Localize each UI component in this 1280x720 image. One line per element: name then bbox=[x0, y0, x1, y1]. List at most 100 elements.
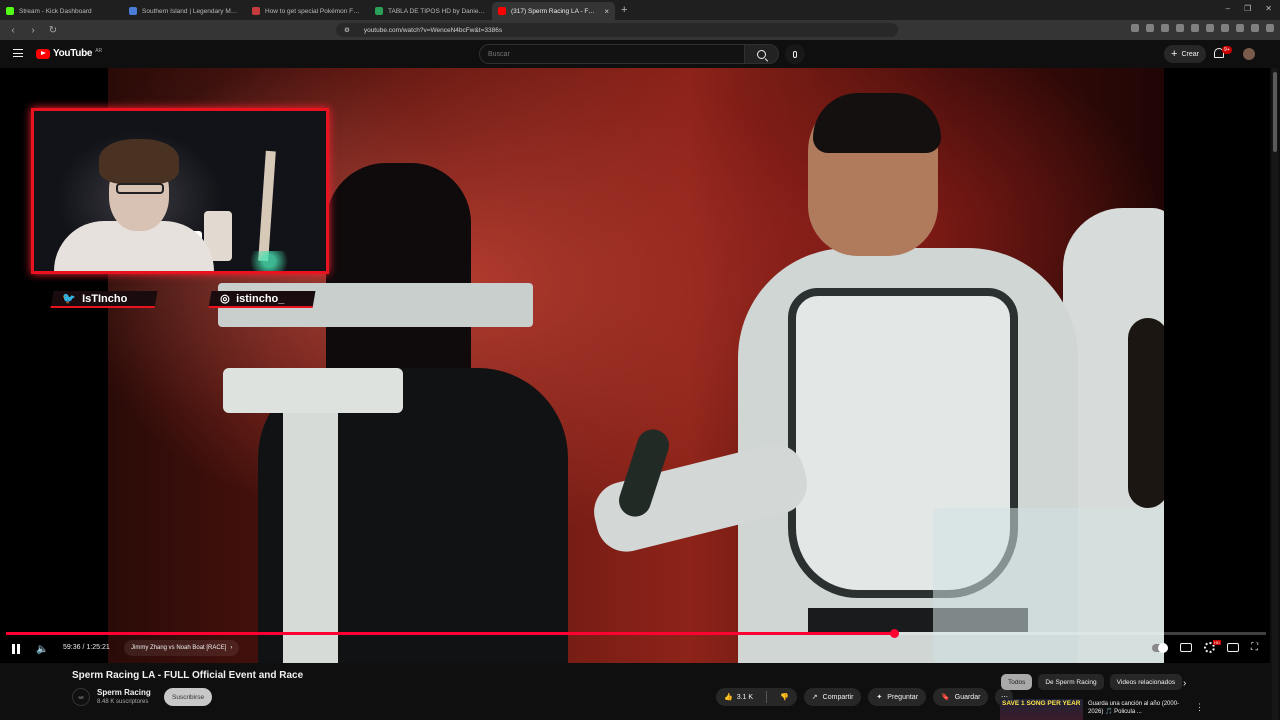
share-button[interactable]: ↗ Compartir bbox=[803, 688, 862, 706]
youtube-logo[interactable]: YouTube AR bbox=[36, 48, 102, 59]
extension-icon[interactable] bbox=[1251, 24, 1259, 32]
subscribe-button[interactable]: Suscribirse bbox=[164, 688, 213, 706]
new-tab-button[interactable]: + bbox=[621, 4, 627, 16]
youtube-favicon-icon bbox=[498, 7, 506, 15]
player-right-controls: HD ⛶ bbox=[1152, 640, 1258, 653]
search-input[interactable]: Buscar bbox=[479, 44, 745, 64]
search-icon bbox=[757, 49, 766, 59]
autoplay-toggle[interactable] bbox=[1152, 642, 1168, 653]
kick-favicon-icon bbox=[6, 7, 14, 15]
sparkle-icon: ✦ bbox=[876, 694, 883, 701]
like-button[interactable]: 👍 3.1 K bbox=[716, 688, 761, 706]
address-bar[interactable]: ⚙ youtube.com/watch?v=WenceN4bcFw&t=3386… bbox=[336, 23, 898, 37]
create-label: Crear bbox=[1181, 50, 1199, 58]
video-scale-head bbox=[223, 368, 403, 413]
webcam-lights bbox=[239, 251, 299, 271]
twitter-handle-banner: 🐦 IsTIncho bbox=[50, 291, 158, 308]
forward-icon[interactable]: › bbox=[26, 25, 40, 36]
bookmark-icon: 🔖 bbox=[941, 694, 950, 701]
like-divider bbox=[766, 691, 768, 703]
player-controls: 🔈 59:36 / 1:25:21 Jimmy Zhang vs Noah Bo… bbox=[0, 640, 1270, 660]
save-label: Guardar bbox=[954, 693, 981, 701]
subtitles-icon[interactable] bbox=[1180, 643, 1192, 652]
extension-icon[interactable] bbox=[1131, 24, 1139, 32]
pause-icon[interactable] bbox=[12, 644, 20, 654]
video-racer-hair bbox=[813, 93, 941, 153]
browser-tab[interactable]: TABLA DE TIPOS HD by DanielM-G ... bbox=[369, 2, 492, 20]
notification-count-badge: 9+ bbox=[1222, 46, 1232, 54]
recommended-thumbnail[interactable]: SAVE 1 SONG PER YEAR bbox=[1000, 699, 1083, 720]
chapter-button[interactable]: Jimmy Zhang vs Noah Boat [RACE] › bbox=[124, 640, 240, 656]
site-info-icon[interactable]: ⚙ bbox=[344, 26, 350, 34]
volume-icon[interactable]: 🔈 bbox=[36, 644, 48, 655]
settings-gear-icon[interactable]: HD bbox=[1204, 640, 1221, 653]
search-button[interactable] bbox=[745, 44, 779, 64]
recommended-menu-icon[interactable]: ⋮ bbox=[1195, 702, 1204, 713]
voice-search-button[interactable] bbox=[785, 44, 805, 64]
tab-title: How to get special Pokémon Forms... bbox=[265, 7, 363, 15]
video-scale-pole bbox=[283, 408, 338, 663]
recommended-video[interactable]: SAVE 1 SONG PER YEAR Guarda una canción … bbox=[1000, 699, 1210, 720]
chips-next-chevron-icon[interactable]: › bbox=[1183, 678, 1186, 689]
chapter-title: Jimmy Zhang vs Noah Boat [RACE] bbox=[131, 645, 227, 651]
site-favicon-icon bbox=[375, 7, 383, 15]
extension-icon[interactable] bbox=[1161, 24, 1169, 32]
time-display: 59:36 / 1:25:21 bbox=[63, 644, 110, 651]
instagram-handle-banner: ◎ istincho_ bbox=[208, 291, 316, 308]
thumbs-down-icon: 👎 bbox=[780, 694, 789, 701]
create-button[interactable]: + Crear bbox=[1164, 45, 1206, 63]
close-tab-icon[interactable]: × bbox=[604, 7, 609, 16]
video-player[interactable]: 🐦 IsTIncho ◎ istincho_ 🔈 59:36 / 1:25:21… bbox=[0, 68, 1270, 663]
extension-icon[interactable] bbox=[1146, 24, 1154, 32]
channel-name[interactable]: Sperm Racing bbox=[97, 688, 151, 697]
hamburger-menu-icon[interactable] bbox=[13, 49, 23, 57]
chip-all[interactable]: Todos bbox=[1001, 674, 1033, 690]
youtube-wordmark: YouTube bbox=[53, 48, 93, 59]
reload-icon[interactable]: ↻ bbox=[46, 25, 60, 36]
close-window-icon[interactable]: ✕ bbox=[1265, 4, 1272, 13]
site-favicon-icon bbox=[252, 7, 260, 15]
maximize-icon[interactable]: ❐ bbox=[1244, 4, 1251, 13]
menu-icon[interactable] bbox=[1266, 24, 1274, 32]
extension-icon[interactable] bbox=[1236, 24, 1244, 32]
browser-tab-active[interactable]: (317) Sperm Racing LA - FULL ... × bbox=[492, 2, 615, 20]
youtube-masthead: YouTube AR Buscar + Crear 9+ bbox=[0, 40, 1280, 68]
site-favicon-icon bbox=[129, 7, 137, 15]
browser-tab[interactable]: Southern Island | Legendary Monum... bbox=[123, 2, 246, 20]
plus-icon: + bbox=[1171, 48, 1178, 60]
chip-from-channel[interactable]: De Sperm Racing bbox=[1038, 674, 1104, 690]
seek-bar-played bbox=[6, 632, 895, 635]
extension-icon[interactable] bbox=[1206, 24, 1214, 32]
webcam-streamer-glasses bbox=[116, 183, 164, 194]
twitter-handle: IsTIncho bbox=[81, 292, 128, 305]
chip-related[interactable]: Videos relacionados bbox=[1109, 674, 1183, 690]
account-avatar[interactable] bbox=[1243, 48, 1255, 60]
instagram-icon: ◎ bbox=[220, 293, 230, 305]
tab-title: TABLA DE TIPOS HD by DanielM-G ... bbox=[388, 7, 486, 15]
back-icon[interactable]: ‹ bbox=[6, 25, 20, 36]
theater-mode-icon[interactable] bbox=[1227, 643, 1239, 652]
extension-icon[interactable] bbox=[1176, 24, 1184, 32]
url-text: youtube.com/watch?v=WenceN4bcFw&t=3386s bbox=[363, 26, 503, 34]
save-button[interactable]: 🔖 Guardar bbox=[933, 688, 989, 706]
fullscreen-icon[interactable]: ⛶ bbox=[1251, 642, 1258, 653]
share-label: Compartir bbox=[822, 693, 854, 701]
recommended-title[interactable]: Guarda una canción al año (2000-2026) 🎵 … bbox=[1088, 700, 1184, 716]
page-scrollbar[interactable] bbox=[1272, 68, 1278, 720]
browser-tab[interactable]: How to get special Pokémon Forms... bbox=[246, 2, 369, 20]
instagram-handle: istincho_ bbox=[235, 292, 285, 305]
extension-icon[interactable] bbox=[1191, 24, 1199, 32]
browser-toolbar: ‹ › ↻ ⚙ youtube.com/watch?v=WenceN4bcFw&… bbox=[0, 20, 1280, 40]
video-third-person-hair bbox=[1128, 318, 1164, 508]
ask-button[interactable]: ✦ Preguntar bbox=[868, 688, 927, 706]
extension-icon[interactable] bbox=[1221, 24, 1229, 32]
seek-bar[interactable] bbox=[6, 629, 1266, 638]
browser-tab[interactable]: Stream - Kick Dashboard bbox=[0, 2, 123, 20]
like-count: 3.1 K bbox=[736, 693, 754, 701]
tab-title: Stream - Kick Dashboard bbox=[19, 7, 92, 15]
streamer-webcam-overlay bbox=[31, 108, 329, 274]
channel-avatar[interactable]: SR bbox=[72, 688, 90, 706]
scrollbar-thumb[interactable] bbox=[1273, 72, 1277, 152]
dislike-button[interactable]: 👎 bbox=[772, 688, 797, 706]
minimize-icon[interactable]: – bbox=[1226, 4, 1230, 13]
